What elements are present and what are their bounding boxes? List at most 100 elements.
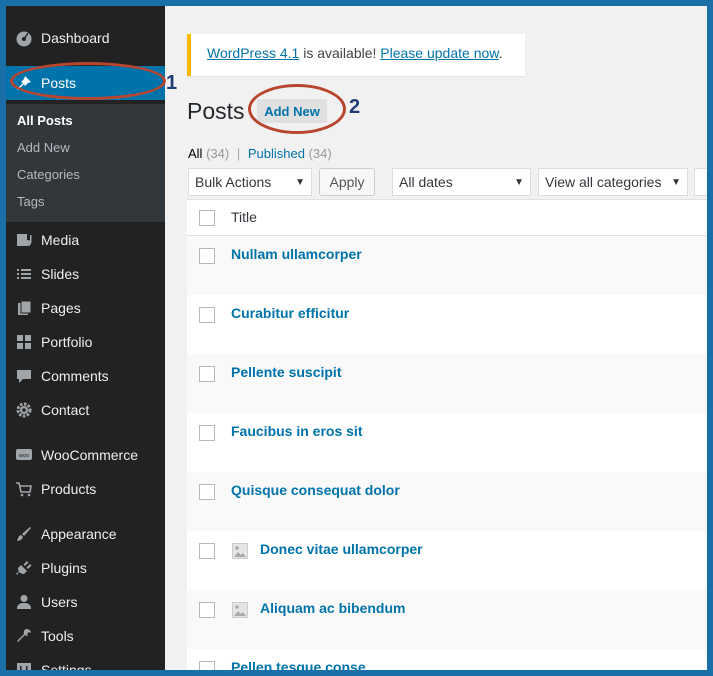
sidebar-item-label: Products: [41, 481, 97, 497]
sidebar-item-label: WooCommerce: [41, 447, 138, 463]
table-row: Quisque consequat dolor: [187, 472, 707, 531]
sidebar-item-label: Contact: [41, 402, 90, 418]
filter-all-count: (34): [206, 146, 230, 161]
settings-icon: [14, 660, 34, 670]
categories-filter-value: View all categories: [545, 174, 662, 190]
sidebar-item-pages[interactable]: Pages: [6, 291, 165, 325]
submenu-add-new[interactable]: Add New: [17, 140, 70, 155]
title-column-header[interactable]: Title: [231, 209, 257, 225]
comment-icon: [14, 366, 34, 386]
sidebar-item-media[interactable]: Media: [6, 223, 165, 257]
table-row: Donec vitae ullamcorper: [187, 531, 707, 590]
callout-ellipse-posts: [10, 62, 166, 100]
sidebar-item-contact[interactable]: Contact: [6, 393, 165, 427]
sidebar-item-label: Slides: [41, 266, 80, 282]
dashboard-icon: [14, 28, 34, 48]
update-now-link[interactable]: Please update now: [380, 45, 498, 61]
table-row: Aliquam ac bibendum: [187, 590, 707, 649]
table-header: Title: [187, 199, 707, 236]
notice-period: .: [498, 45, 503, 61]
chevron-down-icon: ▼: [295, 176, 305, 188]
bulk-actions-value: Bulk Actions: [195, 174, 272, 190]
sidebar-item-tools[interactable]: Tools: [6, 619, 165, 653]
sidebar-item-products[interactable]: Products: [6, 472, 165, 506]
row-checkbox[interactable]: [199, 307, 215, 323]
sidebar-item-label: Tools: [41, 628, 74, 644]
select-all-checkbox[interactable]: [199, 210, 215, 226]
callout-number-1: 1: [166, 72, 178, 94]
update-notice: WordPress 4.1 is available! Please updat…: [187, 34, 525, 76]
post-title-link[interactable]: Quisque consequat dolor: [231, 482, 400, 498]
sidebar-item-users[interactable]: Users: [6, 585, 165, 619]
sidebar-item-label: Plugins: [41, 560, 87, 576]
row-checkbox[interactable]: [199, 602, 215, 618]
sidebar-item-label: Media: [41, 232, 80, 248]
sidebar-item-label: Pages: [41, 300, 81, 316]
brush-icon: [14, 524, 34, 544]
posts-submenu: All Posts Add New Categories Tags: [6, 104, 165, 222]
page-title: Posts: [187, 98, 245, 124]
post-title-link[interactable]: Aliquam ac bibendum: [260, 600, 405, 616]
post-title-link[interactable]: Pellen tesque conse: [231, 659, 366, 670]
notice-text: is available!: [299, 45, 381, 61]
sidebar-item-label: Settings: [41, 662, 92, 670]
admin-sidebar: All Posts Add New Categories Tags Dashbo…: [6, 6, 165, 670]
slides-icon: [14, 264, 34, 284]
grid-icon: [14, 332, 34, 352]
sidebar-item-slides[interactable]: Slides: [6, 257, 165, 291]
table-row: Curabitur efficitur: [187, 295, 707, 354]
filter-separator: |: [236, 146, 241, 161]
sidebar-item-label: Dashboard: [41, 30, 110, 46]
submenu-categories[interactable]: Categories: [17, 167, 80, 182]
post-title-link[interactable]: Pellente suscipit: [231, 364, 341, 380]
table-row: Nullam ullamcorper: [187, 236, 707, 295]
submenu-all-posts[interactable]: All Posts: [17, 113, 73, 128]
row-checkbox[interactable]: [199, 543, 215, 559]
categories-filter-select[interactable]: View all categories ▼: [538, 168, 688, 196]
plug-icon: [14, 558, 34, 578]
dates-filter-select[interactable]: All dates ▼: [392, 168, 531, 196]
row-checkbox[interactable]: [199, 661, 215, 670]
sidebar-item-settings[interactable]: Settings: [6, 653, 165, 670]
sidebar-item-plugins[interactable]: Plugins: [6, 551, 165, 585]
media-icon: [14, 230, 34, 250]
filter-all[interactable]: All: [188, 146, 202, 161]
sidebar-item-comments[interactable]: Comments: [6, 359, 165, 393]
chevron-down-icon: ▼: [671, 176, 681, 188]
table-row: Pellente suscipit: [187, 354, 707, 413]
sidebar-item-label: Users: [41, 594, 78, 610]
dates-filter-value: All dates: [399, 174, 453, 190]
sidebar-item-appearance[interactable]: Appearance: [6, 517, 165, 551]
row-checkbox[interactable]: [199, 484, 215, 500]
post-title-link[interactable]: Curabitur efficitur: [231, 305, 349, 321]
submenu-tags[interactable]: Tags: [17, 194, 44, 209]
image-placeholder-icon: [232, 602, 248, 618]
sidebar-item-label: Appearance: [41, 526, 117, 542]
user-icon: [14, 592, 34, 612]
bulk-actions-select[interactable]: Bulk Actions ▼: [188, 168, 312, 196]
sidebar-item-dashboard[interactable]: Dashboard: [6, 21, 165, 55]
filter-button-partial[interactable]: [694, 168, 707, 196]
post-title-link[interactable]: Donec vitae ullamcorper: [260, 541, 423, 557]
post-title-link[interactable]: Faucibus in eros sit: [231, 423, 362, 439]
sidebar-item-label: Portfolio: [41, 334, 93, 350]
svg-text:woo: woo: [19, 453, 29, 459]
callout-ellipse-add-new: [248, 84, 346, 134]
sidebar-item-label: Comments: [41, 368, 109, 384]
apply-button[interactable]: Apply: [319, 168, 375, 196]
woo-icon: woo: [14, 445, 34, 465]
sidebar-item-portfolio[interactable]: Portfolio: [6, 325, 165, 359]
row-checkbox[interactable]: [199, 248, 215, 264]
filter-published[interactable]: Published: [248, 146, 305, 161]
filter-published-count: (34): [308, 146, 332, 161]
row-checkbox[interactable]: [199, 425, 215, 441]
wordpress-version-link[interactable]: WordPress 4.1: [207, 45, 299, 61]
row-checkbox[interactable]: [199, 366, 215, 382]
posts-table: Title Nullam ullamcorper Curabitur effici…: [187, 199, 707, 670]
cart-icon: [14, 479, 34, 499]
post-status-filters: All (34) | Published (34): [188, 146, 332, 161]
sidebar-item-woocommerce[interactable]: woo WooCommerce: [6, 438, 165, 472]
table-row: Pellen tesque conse: [187, 649, 707, 670]
image-placeholder-icon: [232, 543, 248, 559]
post-title-link[interactable]: Nullam ullamcorper: [231, 246, 362, 262]
